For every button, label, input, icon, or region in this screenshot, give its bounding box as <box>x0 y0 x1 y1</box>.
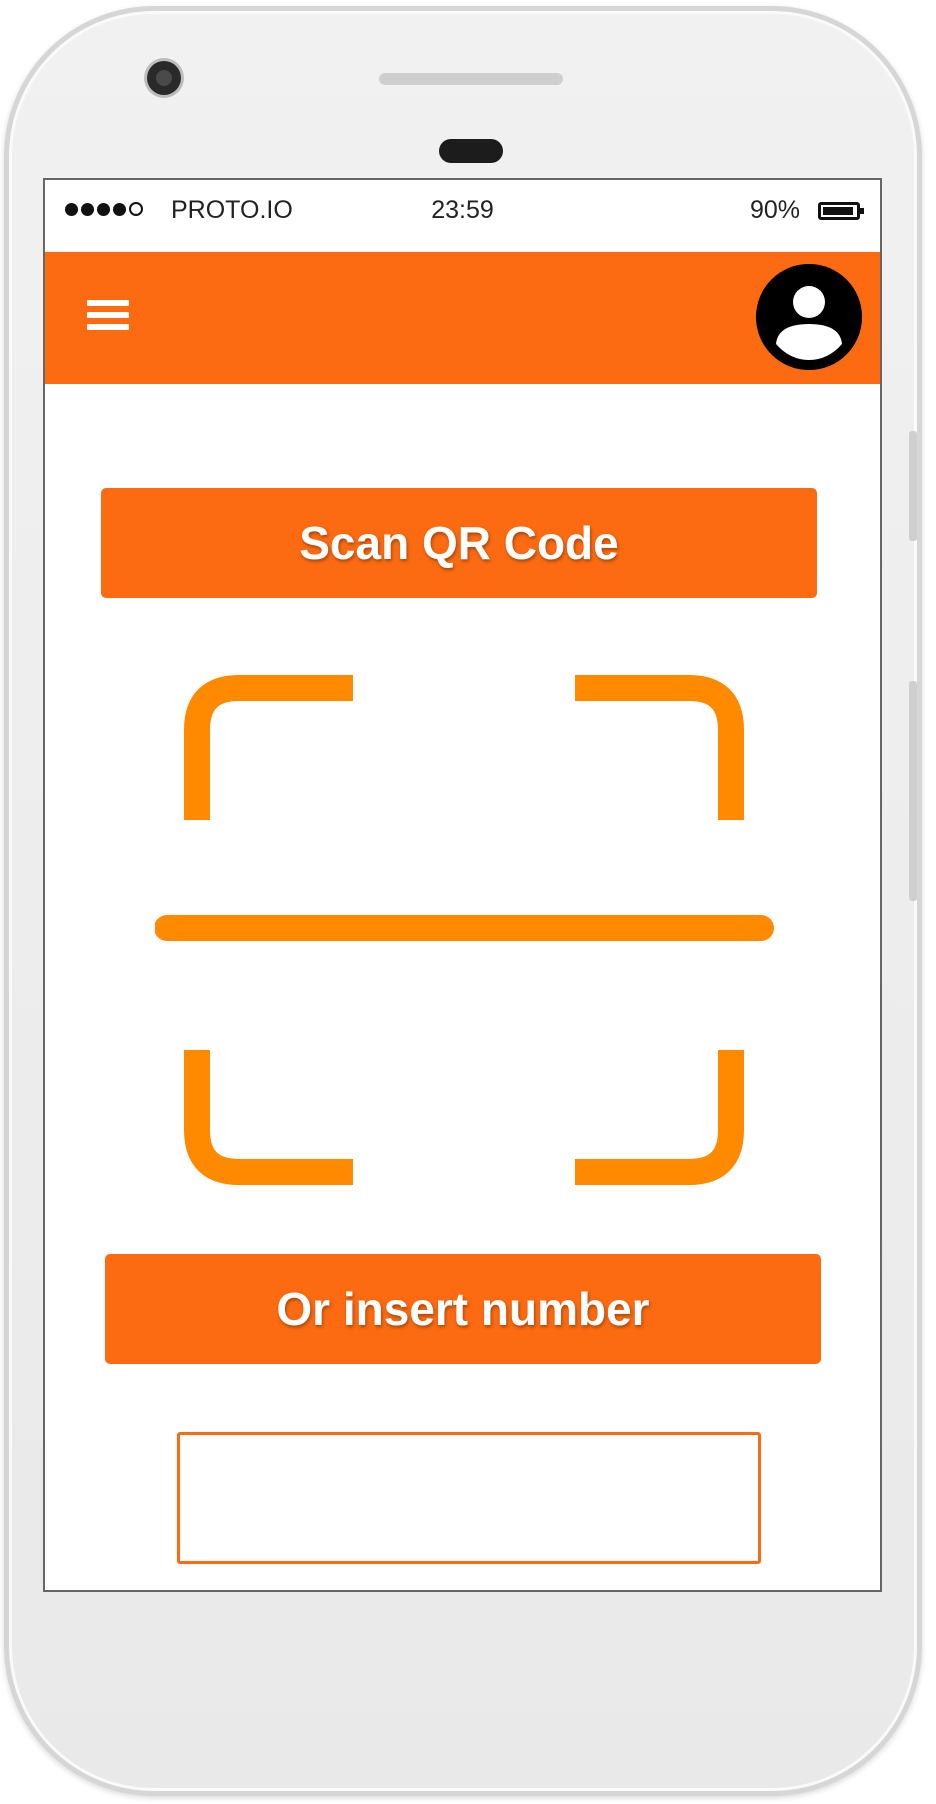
battery-percentage: 90% <box>749 196 800 224</box>
insert-number-button[interactable]: Or insert number <box>105 1254 821 1364</box>
user-avatar-icon[interactable] <box>756 264 862 370</box>
hamburger-menu-icon[interactable] <box>87 300 129 336</box>
power-button <box>909 681 917 901</box>
page: PROTO.IO 23:59 90% Scan QR Code Or inser… <box>0 0 936 1804</box>
scan-qr-code-button[interactable]: Scan QR Code <box>101 488 817 598</box>
volume-button <box>909 431 917 541</box>
proximity-sensor <box>439 139 503 163</box>
number-input[interactable] <box>177 1432 761 1564</box>
earpiece-speaker <box>379 73 563 85</box>
battery-icon <box>818 202 864 220</box>
status-bar: PROTO.IO 23:59 90% <box>45 180 880 250</box>
qr-scan-frame-icon[interactable] <box>154 660 775 1200</box>
front-camera <box>147 61 181 95</box>
phone-screen: PROTO.IO 23:59 90% Scan QR Code Or inser… <box>43 178 882 1592</box>
app-header <box>45 252 880 384</box>
